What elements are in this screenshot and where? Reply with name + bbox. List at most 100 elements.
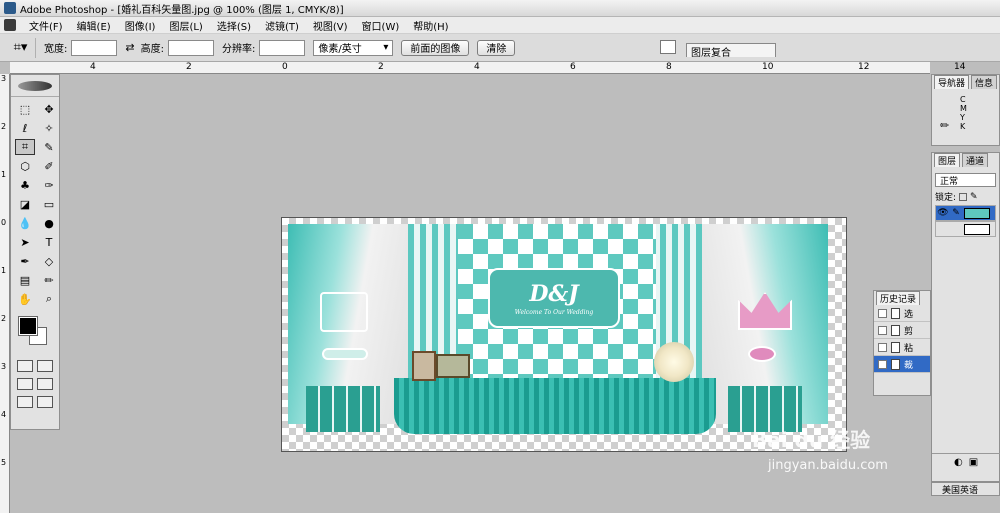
eye-icon[interactable]: 👁: [937, 208, 948, 218]
screen-mode-icon[interactable]: [17, 378, 33, 390]
title-bar: Adobe Photoshop - [婚礼百科矢量图.jpg @ 100% (图…: [0, 0, 1000, 17]
full-screen-mode-icon[interactable]: [37, 378, 53, 390]
history-item[interactable]: 剪: [874, 322, 930, 339]
magic-wand-tool-icon[interactable]: ✧: [39, 120, 59, 136]
ruler-label: 4: [90, 62, 96, 72]
tab-history[interactable]: 历史记录: [876, 291, 921, 305]
chevron-down-icon: ▾: [383, 42, 389, 53]
wedding-sign: D&J Welcome To Our Wedding: [488, 268, 620, 328]
type-tool-icon[interactable]: T: [39, 234, 59, 250]
layer-row[interactable]: [935, 221, 996, 237]
standard-mode-icon[interactable]: [17, 360, 33, 372]
history-item-selected[interactable]: 裁: [874, 356, 930, 373]
lips-prop: [748, 346, 776, 362]
blur-tool-icon[interactable]: 💧: [15, 215, 35, 231]
check-icon[interactable]: [37, 396, 53, 408]
visibility-toggle[interactable]: [938, 224, 948, 234]
photoshop-app-icon: [4, 2, 16, 14]
hand-tool-icon[interactable]: ✋: [15, 291, 35, 307]
brush-tool-icon[interactable]: ✐: [39, 158, 59, 174]
eraser-tool-icon[interactable]: ◪: [15, 196, 35, 212]
gradient-tool-icon[interactable]: ▭: [39, 196, 59, 212]
menu-filter[interactable]: 滤镜(T): [258, 18, 306, 33]
document-icon: [891, 307, 900, 319]
lock-label: 锁定:: [935, 193, 957, 203]
document-canvas[interactable]: D&J Welcome To Our Wedding: [281, 217, 847, 452]
history-brush-tool-icon[interactable]: ✑: [39, 177, 59, 193]
shape-tool-icon[interactable]: ◇: [39, 253, 59, 269]
watermark-url: jingyan.baidu.com: [768, 458, 888, 473]
menu-view[interactable]: 视图(V): [306, 18, 355, 33]
marquee-tool-icon[interactable]: ⬚: [15, 101, 35, 117]
width-field[interactable]: [71, 39, 118, 56]
ruler-label: 8: [666, 62, 672, 72]
crop-tool-icon[interactable]: ⌗: [15, 139, 35, 155]
tab-layers[interactable]: 图层: [934, 153, 961, 167]
ruler-label: 2: [1, 314, 7, 323]
tab-navigator[interactable]: 导航器: [934, 75, 970, 89]
ruler-label: 3: [1, 362, 7, 371]
gift-boxes-left: [306, 386, 380, 432]
layer-comps-tab[interactable]: 图层复合: [686, 43, 776, 59]
navigator-panel: 导航器 信息 C M Y K ✏: [931, 74, 1000, 146]
jump-to-imageready-icon[interactable]: [17, 396, 33, 408]
baidu-watermark: Bai du 经验: [752, 428, 871, 452]
menu-help[interactable]: 帮助(H): [406, 18, 455, 33]
welcome-text: Welcome To Our Wedding: [514, 308, 594, 316]
pen-tool-icon[interactable]: ✒: [15, 253, 35, 269]
layer-thumbnail: [964, 223, 990, 235]
ruler-label: 1: [1, 170, 7, 179]
front-image-button[interactable]: 前面的图像: [401, 39, 470, 56]
notes-tool-icon[interactable]: ▤: [15, 272, 35, 288]
height-label: 高度:: [140, 44, 164, 55]
tab-info[interactable]: 信息: [971, 75, 998, 89]
options-bar: ⌗▾ 宽度: ⇄ 高度: 分辨率: 像素/英寸 ▾ 前面的图像 清除 图层复合: [0, 34, 1000, 62]
cmyk-y-label: Y: [960, 113, 965, 122]
dodge-tool-icon[interactable]: ●: [39, 215, 59, 231]
cmyk-k-label: K: [960, 122, 966, 131]
resolution-unit-select[interactable]: 像素/英寸 ▾: [313, 39, 394, 56]
menu-edit[interactable]: 编辑(E): [70, 18, 118, 33]
history-item[interactable]: 粘: [874, 339, 930, 356]
resolution-field[interactable]: [259, 39, 306, 56]
lock-transparency-icon[interactable]: [959, 192, 968, 201]
blend-mode-select[interactable]: 正常: [935, 173, 996, 187]
crop-tool-preset-icon[interactable]: ⌗▾: [6, 37, 36, 58]
zoom-tool-icon[interactable]: ⌕: [39, 291, 59, 307]
eyedropper-tool-icon[interactable]: ✏: [39, 272, 59, 288]
adjustment-layer-icon[interactable]: ◐: [954, 457, 963, 468]
new-layer-icon[interactable]: ▣: [969, 457, 978, 468]
menu-select[interactable]: 选择(S): [210, 18, 258, 33]
layer-row[interactable]: 👁 ✎: [935, 205, 996, 221]
move-tool-icon[interactable]: ✥: [39, 101, 59, 117]
quick-mask-mode-icon[interactable]: [37, 360, 53, 372]
link-toggle[interactable]: [951, 224, 961, 234]
menu-window[interactable]: 窗口(W): [355, 18, 407, 33]
menu-layer[interactable]: 图层(L): [162, 18, 209, 33]
history-item[interactable]: 选: [874, 305, 930, 322]
palette-well-icon[interactable]: [660, 40, 676, 54]
ruler-label: 14: [954, 62, 966, 72]
ruler-label: 2: [378, 62, 384, 72]
language-status: 美国英语: [931, 482, 1000, 496]
tab-channels[interactable]: 通道: [962, 153, 989, 167]
height-field[interactable]: [167, 39, 214, 56]
clone-stamp-tool-icon[interactable]: ♣: [15, 177, 35, 193]
lock-brush-icon[interactable]: ✎: [970, 192, 978, 202]
swap-dimensions-icon[interactable]: ⇄: [125, 41, 134, 54]
menu-image[interactable]: 图像(I): [118, 18, 163, 33]
lasso-tool-icon[interactable]: ℓ: [15, 120, 35, 136]
ruler-label: 5: [1, 458, 7, 467]
healing-brush-tool-icon[interactable]: ⬡: [15, 158, 35, 174]
foreground-color-swatch[interactable]: [18, 316, 38, 336]
menu-file[interactable]: 文件(F): [22, 18, 70, 33]
layers-panel: 图层 通道 正常 锁定: ✎ 👁 ✎ ◐ ▣: [931, 152, 1000, 482]
ruler-label: 0: [1, 218, 7, 227]
adobe-feather-icon[interactable]: [11, 75, 59, 97]
path-selection-tool-icon[interactable]: ➤: [15, 234, 35, 250]
clear-button[interactable]: 清除: [477, 39, 516, 56]
slice-tool-icon[interactable]: ✎: [39, 139, 59, 155]
ruler-label: 3: [1, 74, 7, 83]
lock-row: 锁定: ✎: [935, 190, 996, 204]
vertical-ruler: 3 2 1 0 1 2 3 4 5: [0, 74, 10, 513]
